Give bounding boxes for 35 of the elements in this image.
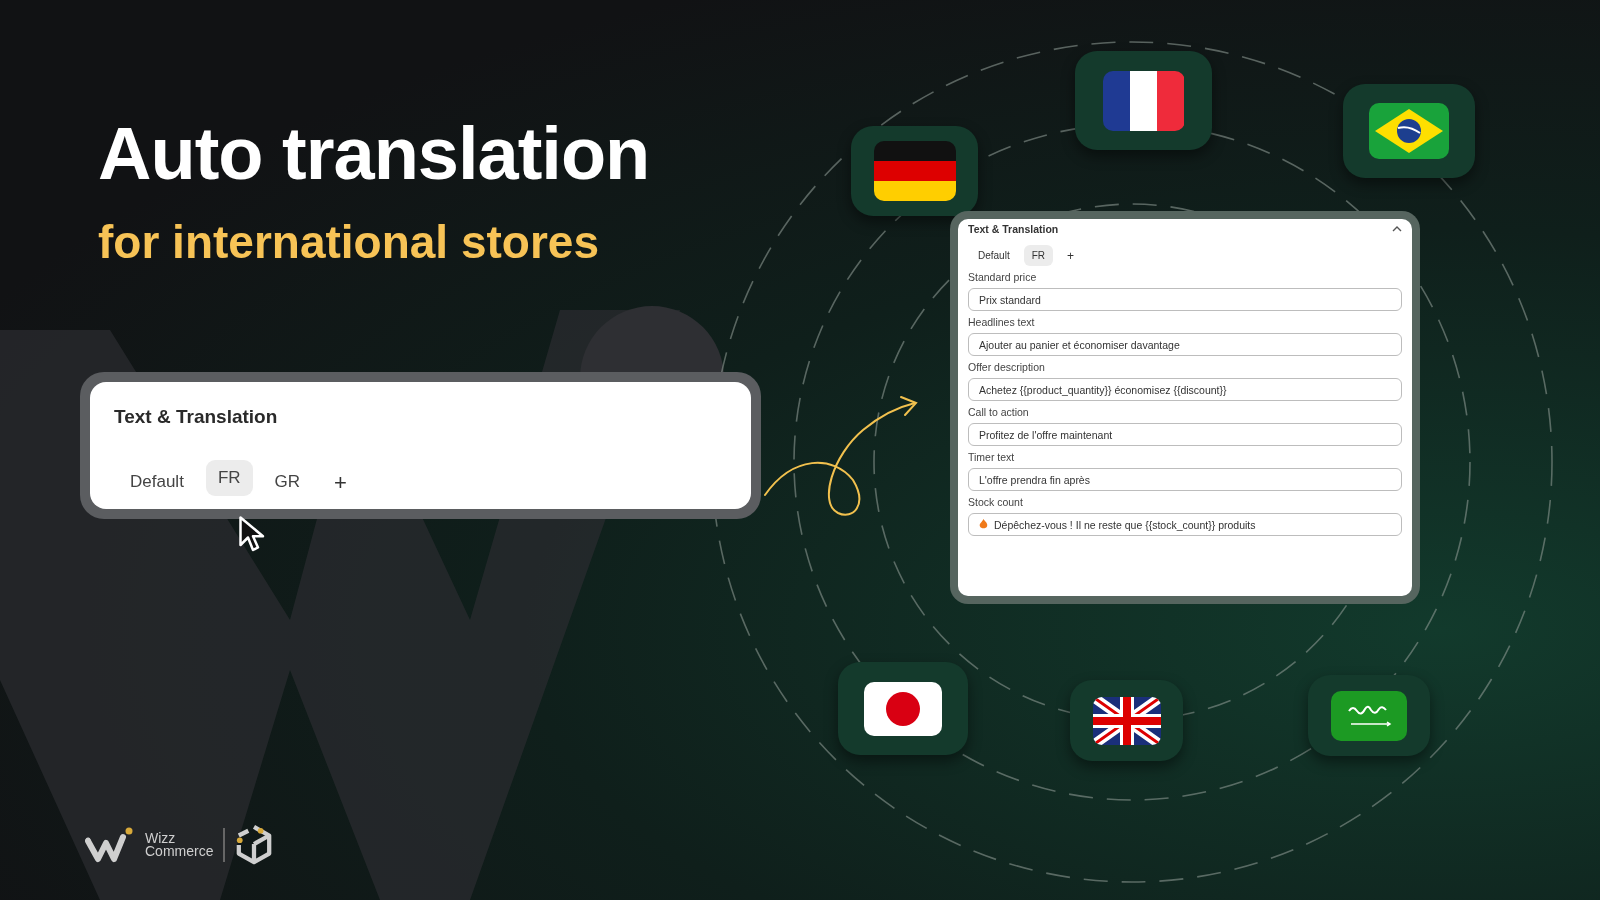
- input-field[interactable]: L'offre prendra fin après: [968, 468, 1402, 491]
- card-title: Text & Translation: [114, 406, 279, 428]
- field-label: Stock count: [968, 496, 1024, 508]
- flag-icon: [851, 126, 978, 216]
- subheadline: for international stores: [98, 215, 599, 270]
- language-tab[interactable]: Default: [970, 245, 1018, 266]
- input-field[interactable]: Prix standard: [968, 288, 1402, 311]
- field-label: Offer description: [968, 361, 1046, 373]
- logo-icon: [85, 827, 135, 863]
- input-field[interactable]: Achetez {{product_quantity}} économisez {{discount}}: [968, 378, 1402, 401]
- flag-icon: [838, 662, 968, 755]
- input-field[interactable]: Profitez de l'offre maintenant: [968, 423, 1402, 446]
- field-label: Timer text: [968, 451, 1016, 463]
- flag-icon: [1070, 680, 1183, 761]
- panel-title: Text & Translation: [968, 223, 1059, 235]
- language-tab[interactable]: FR: [1023, 245, 1054, 266]
- headline: Auto translation: [98, 112, 650, 196]
- language-tab[interactable]: FR: [205, 460, 253, 496]
- language-tab[interactable]: GR: [262, 464, 313, 500]
- language-tab[interactable]: Default: [118, 464, 196, 500]
- flag-icon: [1075, 51, 1212, 150]
- flag-icon: [1343, 84, 1475, 178]
- input-field[interactable]: Ajouter au panier et économiser davantage: [968, 333, 1402, 356]
- input-field[interactable]: Dépêchez-vous ! Il ne reste que {{stock_count}} produits: [968, 513, 1402, 536]
- flag-icon: [1308, 675, 1430, 756]
- flame-icon: [979, 519, 988, 530]
- field-label: Call to action: [968, 406, 1030, 418]
- chevron-up-icon[interactable]: [1392, 226, 1402, 232]
- field-label: Standard price: [968, 271, 1038, 283]
- add-language-button[interactable]: +: [322, 466, 359, 500]
- brand-name: Commerce: [145, 845, 214, 858]
- brand-name: Wizz: [145, 832, 177, 845]
- add-language-button[interactable]: +: [1059, 245, 1083, 266]
- field-label: Headlines text: [968, 316, 1036, 328]
- box-logo-icon: [235, 824, 274, 866]
